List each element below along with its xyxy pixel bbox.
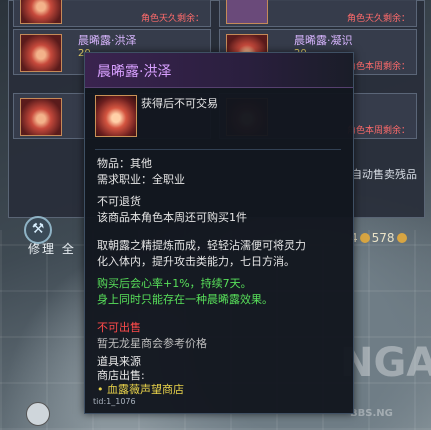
slot-name: 晨晞露·洪泽 bbox=[78, 34, 137, 47]
slot-time: 角色本周剩余： bbox=[346, 62, 410, 72]
weekly-limit-text: 该商品本角色本周还可购买1件 bbox=[97, 211, 247, 224]
auto-sell-label[interactable]: 自动售卖残品 bbox=[351, 166, 417, 182]
item-tooltip: 晨晞露·洪泽 获得后不可交易 物品：其他 需求职业：全职业 不可退货 该商品本角… bbox=[84, 52, 354, 414]
slot-time: 角色天久剩余： bbox=[140, 14, 204, 24]
watermark-site: BBS.NG bbox=[350, 408, 393, 419]
tooltip-header: 晨晞露·洪泽 bbox=[85, 53, 353, 88]
item-icon bbox=[20, 34, 62, 72]
divider bbox=[95, 149, 341, 150]
coin-icon bbox=[359, 233, 370, 243]
avatar[interactable] bbox=[26, 402, 50, 426]
currency-display: 4578 bbox=[350, 231, 409, 245]
slot-time: 角色天久剩余： bbox=[346, 14, 410, 24]
description-line: 取朝露之精提炼而成，轻轻沾濡便可将灵力 bbox=[97, 239, 306, 252]
slot-name: 晨晞露·凝识 bbox=[294, 34, 353, 47]
item-icon bbox=[226, 0, 268, 24]
item-type: 物品：其他 bbox=[97, 157, 152, 170]
repair-button[interactable]: ⚒ 修理 全 bbox=[6, 212, 96, 256]
not-for-sale-text: 不可出售 bbox=[97, 321, 141, 334]
effect-line: 身上同时只能存在一种晨晞露效果。 bbox=[97, 293, 273, 306]
item-icon bbox=[20, 98, 62, 136]
source-title: 道具来源 bbox=[97, 355, 141, 368]
slot-time: 角色本周剩余： bbox=[346, 126, 410, 136]
item-icon bbox=[20, 0, 62, 24]
item-icon bbox=[95, 95, 137, 137]
description-line: 化入体内，提升攻击类能力，七日方消。 bbox=[97, 255, 295, 268]
shop-title: 商店出售: bbox=[97, 369, 145, 382]
item-id: tid:1_1076 bbox=[93, 397, 136, 406]
tooltip-title: 晨晞露·洪泽 bbox=[97, 64, 172, 80]
bind-text: 获得后不可交易 bbox=[141, 97, 218, 110]
currency-b: 578 bbox=[371, 231, 395, 245]
inventory-slot[interactable]: 角色天久剩余： bbox=[219, 0, 417, 27]
effect-line: 购买后会心率+1%，持续7天。 bbox=[97, 277, 252, 290]
price-text: 暂无龙星商会参考价格 bbox=[97, 337, 207, 350]
shop-name: • 血露薇声望商店 bbox=[97, 383, 184, 396]
repair-label: 修理 全 bbox=[28, 242, 76, 256]
coin-icon bbox=[396, 233, 407, 243]
inventory-slot[interactable]: 角色天久剩余： bbox=[13, 0, 211, 27]
no-return-text: 不可退货 bbox=[97, 195, 141, 208]
item-class: 需求职业：全职业 bbox=[97, 173, 185, 186]
